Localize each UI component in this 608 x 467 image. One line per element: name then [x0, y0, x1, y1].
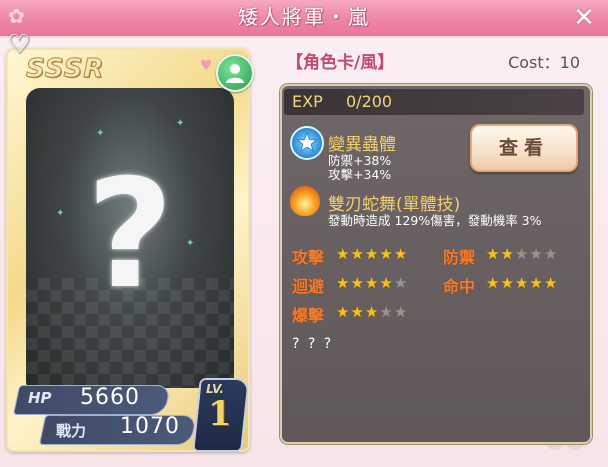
person-icon — [226, 64, 244, 83]
star-empty-icon: ★ — [514, 245, 530, 263]
cost-value: Cost：10 — [508, 53, 580, 72]
power-value: 1070 — [120, 414, 180, 439]
unknown-character-icon: ? — [86, 148, 174, 322]
card-description: ? ? ? — [292, 336, 334, 352]
star-filled-icon: ★ — [379, 274, 394, 292]
star-badge-icon — [290, 126, 324, 160]
star-filled-icon: ★ — [350, 303, 365, 321]
skill-name: 雙刃蛇舞(單體技) — [328, 195, 461, 215]
star-filled-icon: ★ — [350, 274, 365, 292]
hp-value: 5660 — [80, 385, 140, 410]
exp-value: 0/200 — [346, 92, 393, 111]
stat-label-accuracy: 命中 — [443, 277, 476, 296]
star-filled-icon: ★ — [364, 274, 380, 292]
star-filled-icon: ★ — [500, 274, 515, 292]
skill-desc-line: 發動時造成 129%傷害，發動機率 3% — [328, 213, 542, 228]
star-filled-icon: ★ — [514, 274, 530, 292]
star-badge-icon-svg — [296, 131, 318, 153]
stat-stars-evasion: ★★★★★ — [336, 274, 408, 292]
hp-label: HP — [28, 389, 52, 407]
power-label: 戰力 — [56, 422, 87, 440]
star-filled-icon: ★ — [500, 245, 515, 263]
skill-name: 變異蟲體 — [328, 135, 396, 155]
stat-label-defense: 防禦 — [443, 248, 476, 267]
exp-label: EXP — [292, 92, 323, 111]
star-filled-icon: ★ — [486, 274, 501, 292]
star-filled-icon: ★ — [350, 245, 365, 263]
skill-desc-line: 攻擊+34% — [328, 167, 392, 182]
star-empty-icon: ★ — [543, 245, 559, 263]
sparkle-icon: ✦ — [176, 118, 185, 129]
card-type: 【角色卡/風】 — [286, 53, 395, 73]
star-filled-icon: ★ — [336, 274, 351, 292]
close-button[interactable]: ✕ — [570, 4, 598, 32]
star-empty-icon: ★ — [393, 303, 409, 321]
stat-label-evasion: 迴避 — [292, 277, 325, 296]
avatar-button[interactable] — [216, 54, 254, 92]
star-filled-icon: ★ — [336, 245, 351, 263]
star-empty-icon: ★ — [393, 274, 409, 292]
flame-icon — [290, 186, 320, 216]
view-button[interactable]: 查看 — [470, 124, 578, 172]
star-filled-icon: ★ — [486, 245, 501, 263]
skill-desc-line: 防禦+38% — [328, 153, 392, 168]
star-filled-icon: ★ — [364, 245, 380, 263]
heart-lock-icon[interactable]: ♡ — [4, 30, 34, 60]
star-filled-icon: ★ — [379, 245, 394, 263]
star-filled-icon: ★ — [364, 303, 380, 321]
stat-label-attack: 攻擊 — [292, 248, 325, 267]
window-title: 矮人將軍・嵐 — [238, 5, 370, 29]
stat-label-critical: 爆擊 — [292, 306, 325, 325]
star-filled-icon: ★ — [393, 245, 409, 263]
stat-stars-accuracy: ★★★★★ — [486, 274, 558, 292]
star-filled-icon: ★ — [336, 303, 351, 321]
star-filled-icon: ★ — [543, 274, 559, 292]
stat-stars-attack: ★★★★★ — [336, 245, 408, 263]
star-filled-icon: ★ — [529, 274, 544, 292]
stat-stars-critical: ★★★★★ — [336, 303, 408, 321]
star-empty-icon: ★ — [379, 303, 394, 321]
rarity-label: SSSR — [25, 54, 105, 85]
level-value: 1 — [208, 394, 232, 434]
stat-stars-defense: ★★★★★ — [486, 245, 558, 263]
mini-heart-icon: ♥ — [200, 58, 213, 74]
sparkle-icon: ✦ — [96, 128, 105, 139]
exp-bar — [284, 89, 584, 115]
star-empty-icon: ★ — [529, 245, 544, 263]
